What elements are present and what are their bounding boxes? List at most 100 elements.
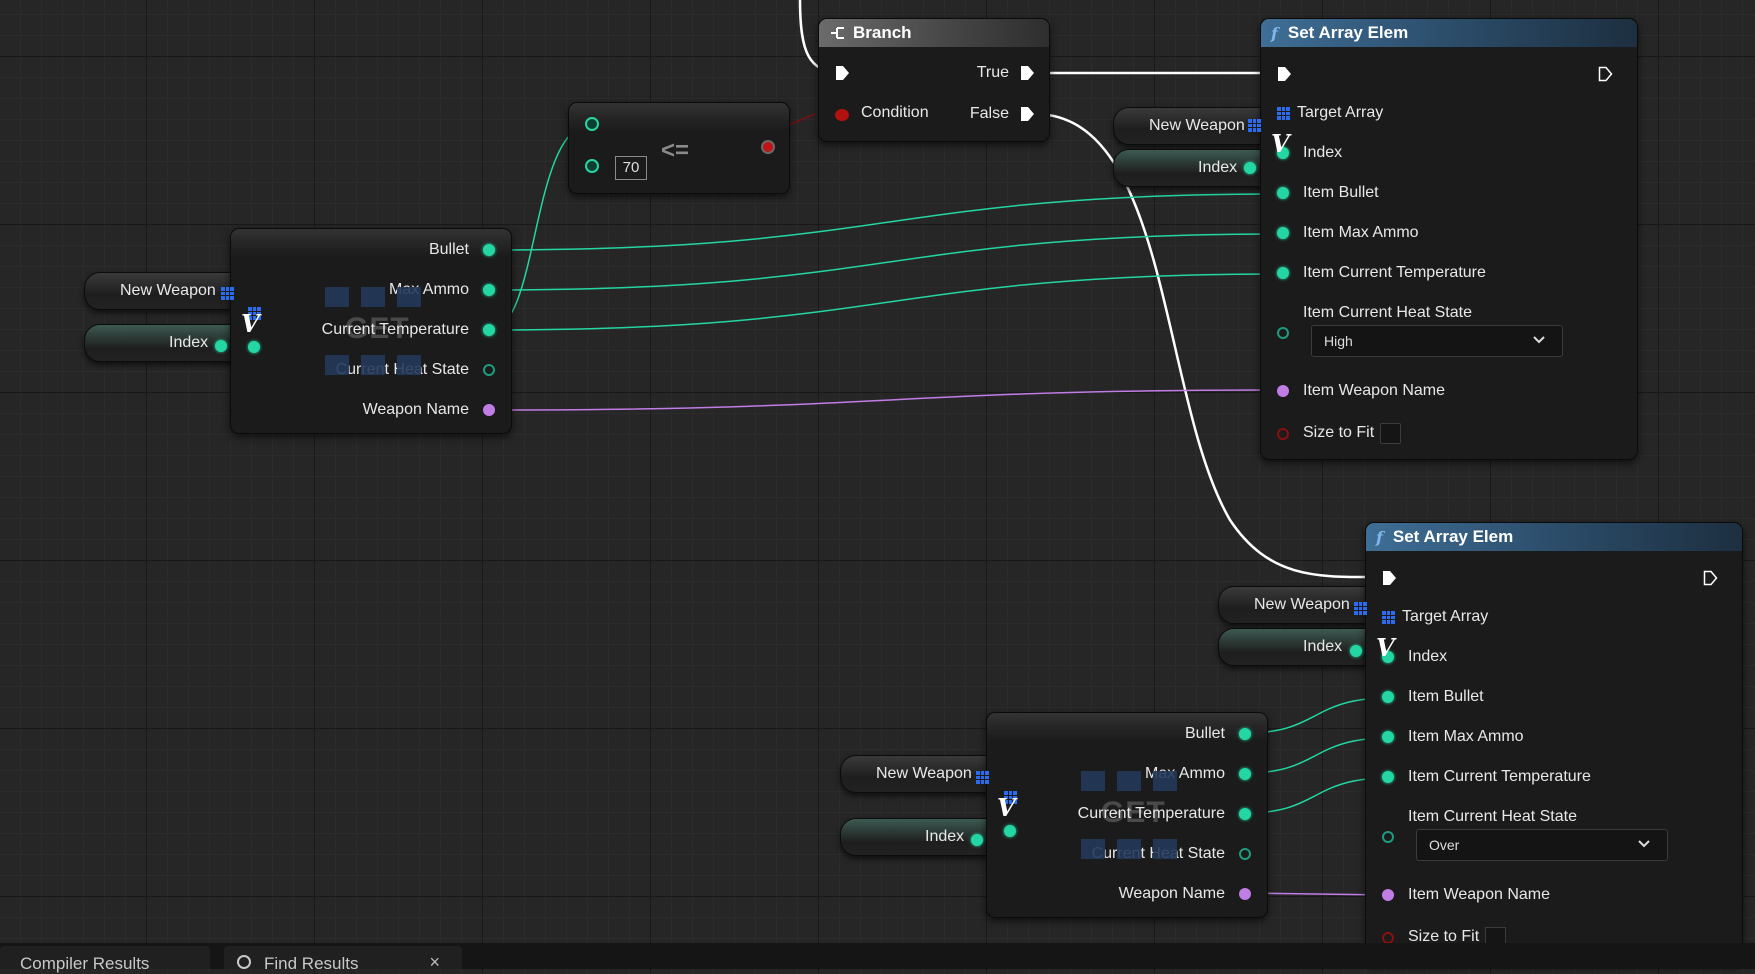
array-grid-icon xyxy=(1382,611,1395,624)
temperature-output-pin[interactable] xyxy=(1239,808,1251,820)
heat-state-output-pin[interactable] xyxy=(483,364,495,376)
item-max-ammo-label: Item Max Ammo xyxy=(1408,728,1524,745)
branch-title: Branch xyxy=(853,23,912,42)
size-to-fit-checkbox[interactable] xyxy=(1380,423,1401,444)
exec-out-pin[interactable] xyxy=(1703,570,1718,586)
tab-compiler-results[interactable]: Compiler Results xyxy=(0,946,210,973)
item-bullet-pin[interactable] xyxy=(1382,691,1394,703)
function-icon: f xyxy=(1271,23,1278,43)
new-weapon-label: New Weapon xyxy=(1149,117,1245,134)
get-node-bottom[interactable]: V GET Bullet Max Ammo Current Temperatur… xyxy=(986,712,1268,918)
array-grid-icon xyxy=(221,287,234,300)
size-to-fit-pin[interactable] xyxy=(1277,428,1289,440)
get-watermark-block xyxy=(325,287,349,307)
bullet-output-pin[interactable] xyxy=(483,244,495,256)
index-variable-top[interactable]: Index xyxy=(84,324,254,362)
index-label: Index xyxy=(1198,159,1238,176)
get-pin-weapon-name: Weapon Name xyxy=(362,401,469,418)
heat-state-dropdown[interactable]: Over xyxy=(1416,829,1668,861)
item-current-heat-state-label: Item Current Heat State xyxy=(1303,304,1472,321)
index-output-pin[interactable] xyxy=(215,340,227,352)
function-icon: f xyxy=(1376,527,1383,547)
item-current-heat-state-pin[interactable] xyxy=(1277,327,1289,339)
weapon-name-output-pin[interactable] xyxy=(1239,888,1251,900)
get-node-top[interactable]: V GET Bullet Max Ammo Current Temperatur… xyxy=(230,228,512,434)
item-current-temperature-pin[interactable] xyxy=(1382,771,1394,783)
exec-in-pin[interactable] xyxy=(835,65,850,81)
get-watermark-block xyxy=(397,287,421,307)
set-array-elem-title: Set Array Elem xyxy=(1392,527,1514,546)
wire-bullet-top xyxy=(489,193,1285,251)
exec-false-pin[interactable] xyxy=(1020,106,1035,122)
wire-name-top xyxy=(489,389,1285,411)
max-ammo-output-pin[interactable] xyxy=(1239,768,1251,780)
bullet-output-pin[interactable] xyxy=(1239,728,1251,740)
weapon-name-output-pin[interactable] xyxy=(483,404,495,416)
wire-maxammo-top xyxy=(489,233,1285,291)
index-label: Index xyxy=(1303,638,1343,655)
get-watermark-block xyxy=(1153,771,1177,791)
compare-input-b-pin[interactable] xyxy=(585,159,599,173)
index-variable-set-top[interactable]: Index xyxy=(1113,149,1283,187)
index-variable-set-bottom[interactable]: Index xyxy=(1218,628,1388,666)
item-current-heat-state-pin[interactable] xyxy=(1382,831,1394,843)
exec-in-pin[interactable] xyxy=(1382,570,1397,586)
set-array-elem-node-top[interactable]: f Set Array Elem Target Array V Index It… xyxy=(1260,18,1638,460)
chevron-down-icon xyxy=(1638,840,1650,848)
item-current-temperature-label: Item Current Temperature xyxy=(1303,264,1486,281)
item-max-ammo-pin[interactable] xyxy=(1277,227,1289,239)
get-watermark-block xyxy=(1117,839,1141,859)
exec-in-pin[interactable] xyxy=(1277,66,1292,82)
exec-out-pin[interactable] xyxy=(1598,66,1613,82)
compare-output-pin[interactable] xyxy=(761,140,775,154)
get-watermark-block xyxy=(1153,839,1177,859)
item-max-ammo-pin[interactable] xyxy=(1382,731,1394,743)
item-current-temperature-label: Item Current Temperature xyxy=(1408,768,1591,785)
condition-pin[interactable] xyxy=(835,109,849,121)
array-grid-icon xyxy=(1354,602,1367,615)
temperature-output-pin[interactable] xyxy=(483,324,495,336)
item-current-heat-state-label: Item Current Heat State xyxy=(1408,808,1577,825)
v-marker: V xyxy=(997,793,1016,822)
branch-node[interactable]: Branch True Condition False xyxy=(818,18,1050,142)
tab-find-results[interactable]: Find Results × xyxy=(224,946,462,973)
max-ammo-output-pin[interactable] xyxy=(483,284,495,296)
heat-state-output-pin[interactable] xyxy=(1239,848,1251,860)
set-array-elem-node-bottom[interactable]: f Set Array Elem Target Array V Index It… xyxy=(1365,522,1743,964)
branch-header: Branch xyxy=(819,19,1049,47)
less-equal-node[interactable]: 70 <= xyxy=(568,102,790,194)
get-index-input-pin[interactable] xyxy=(248,341,260,353)
index-output-pin[interactable] xyxy=(971,834,983,846)
item-current-temperature-pin[interactable] xyxy=(1277,267,1289,279)
close-icon[interactable]: × xyxy=(429,952,440,973)
exec-true-pin[interactable] xyxy=(1020,65,1035,81)
new-weapon-label: New Weapon xyxy=(120,282,216,299)
v-marker: V xyxy=(1376,633,1395,662)
item-weapon-name-pin[interactable] xyxy=(1277,385,1289,397)
get-watermark-block xyxy=(1081,771,1105,791)
get-index-input-pin[interactable] xyxy=(1004,825,1016,837)
index-label: Index xyxy=(169,334,209,351)
array-grid-icon xyxy=(1277,107,1290,120)
array-grid-icon xyxy=(976,771,989,784)
item-weapon-name-pin[interactable] xyxy=(1382,889,1394,901)
item-weapon-name-label: Item Weapon Name xyxy=(1408,886,1550,903)
set-array-elem-header: f Set Array Elem xyxy=(1366,523,1742,551)
array-grid-icon xyxy=(1248,119,1261,132)
index-output-pin[interactable] xyxy=(1350,645,1362,657)
get-pin-bullet: Bullet xyxy=(1184,725,1225,742)
compare-value-field[interactable]: 70 xyxy=(615,156,647,180)
target-array-label: Target Array xyxy=(1297,104,1384,121)
item-max-ammo-label: Item Max Ammo xyxy=(1303,224,1419,241)
get-pin-weapon-name: Weapon Name xyxy=(1118,885,1225,902)
index-label: Index xyxy=(925,828,965,845)
item-bullet-pin[interactable] xyxy=(1277,187,1289,199)
search-icon xyxy=(237,955,251,969)
heat-state-value: Over xyxy=(1429,837,1460,853)
heat-state-dropdown[interactable]: High xyxy=(1311,325,1563,357)
index-output-pin[interactable] xyxy=(1244,162,1256,174)
chevron-down-icon xyxy=(1533,336,1545,344)
index-variable-bottom[interactable]: Index xyxy=(840,818,1010,856)
true-label: True xyxy=(976,64,1009,81)
compare-input-a-pin[interactable] xyxy=(585,117,599,131)
